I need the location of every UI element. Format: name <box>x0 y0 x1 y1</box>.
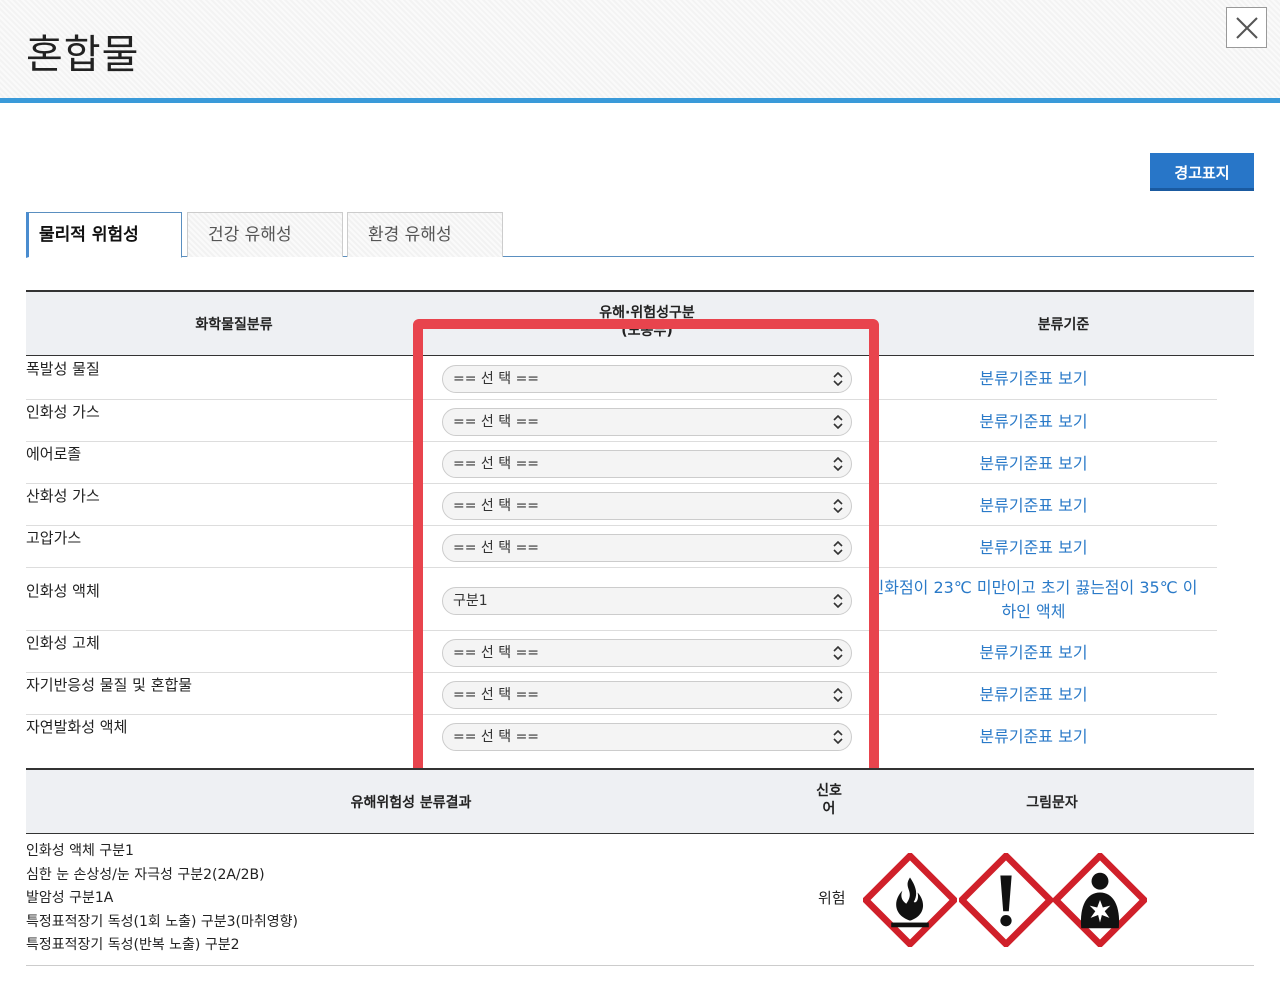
result-table-header: 유해위험성 분류결과 신호 어 그림문자 <box>26 768 1254 834</box>
header-classification: 화학물질분류 <box>195 317 273 333</box>
result-item: 특정표적장기 독성(1회 노출) 구분3(마취영향) <box>26 913 298 930</box>
criteria-link[interactable]: 분류기준표 보기 <box>866 410 1201 434</box>
row-label: 인화성 고체 <box>26 634 100 652</box>
criteria-link[interactable]: 분류기준표 보기 <box>866 641 1201 665</box>
criteria-link[interactable]: 분류기준표 보기 <box>866 683 1201 707</box>
tab-health-hazard[interactable]: 건강 유해성 <box>187 212 343 257</box>
result-list: 인화성 액체 구분1 심한 눈 손상성/눈 자극성 구분2(2A/2B) 발암성… <box>26 840 298 958</box>
result-item: 심한 눈 손상성/눈 자극성 구분2(2A/2B) <box>26 866 265 883</box>
result-item: 발암성 구분1A <box>26 890 114 906</box>
flame-pictogram-icon <box>863 853 957 947</box>
row-label: 산화성 가스 <box>26 487 100 505</box>
tab-bar: 물리적 위험성 건강 유해성 환경 유해성 <box>26 212 1254 258</box>
criteria-link[interactable]: 분류기준표 보기 <box>866 452 1201 476</box>
row-label: 자연발화성 액체 <box>26 718 128 736</box>
highlight-box <box>413 319 879 782</box>
modal-header: 혼합물 <box>0 0 1280 98</box>
close-icon <box>1236 17 1258 39</box>
modal-title: 혼합물 <box>26 32 140 78</box>
header-result: 유해위험성 분류결과 <box>350 795 472 811</box>
tab-environmental-hazard[interactable]: 환경 유해성 <box>347 212 503 257</box>
row-label: 에어로졸 <box>26 445 82 463</box>
header-divider <box>0 98 1280 103</box>
result-item: 인화성 액체 구분1 <box>26 843 134 859</box>
close-button[interactable] <box>1226 7 1267 48</box>
criteria-link[interactable]: 분류기준표 보기 <box>866 494 1201 518</box>
signal-word: 위험 <box>818 889 846 907</box>
tab-physical-hazard[interactable]: 물리적 위험성 <box>26 212 182 258</box>
criteria-link[interactable]: 분류기준표 보기 <box>866 367 1201 391</box>
header-pictogram: 그림문자 <box>1026 795 1078 811</box>
header-signal-line1: 신호 <box>816 783 842 799</box>
criteria-link[interactable]: 분류기준표 보기 <box>866 725 1201 749</box>
result-item: 특정표적장기 독성(반복 노출) 구분2 <box>26 937 240 953</box>
row-label: 자기반응성 물질 및 혼합물 <box>26 676 193 694</box>
table-bottom-border <box>26 965 1254 966</box>
warning-label-button[interactable]: 경고표지 <box>1150 153 1254 191</box>
header-criteria: 분류기준 <box>1037 317 1090 333</box>
header-signal-word: 신호 어 <box>796 782 862 818</box>
row-label: 고압가스 <box>26 529 82 547</box>
exclamation-pictogram-icon <box>959 853 1053 947</box>
header-signal-line2: 어 <box>822 801 836 817</box>
criteria-link[interactable]: 인화점이 23℃ 미만이고 초기 끓는점이 35℃ 이하인 액체 <box>866 576 1201 624</box>
row-label: 폭발성 물질 <box>26 360 100 378</box>
criteria-link[interactable]: 분류기준표 보기 <box>866 536 1201 560</box>
health-hazard-pictogram-icon <box>1053 853 1147 947</box>
row-label: 인화성 가스 <box>26 403 100 421</box>
row-label: 인화성 액체 <box>26 582 100 600</box>
